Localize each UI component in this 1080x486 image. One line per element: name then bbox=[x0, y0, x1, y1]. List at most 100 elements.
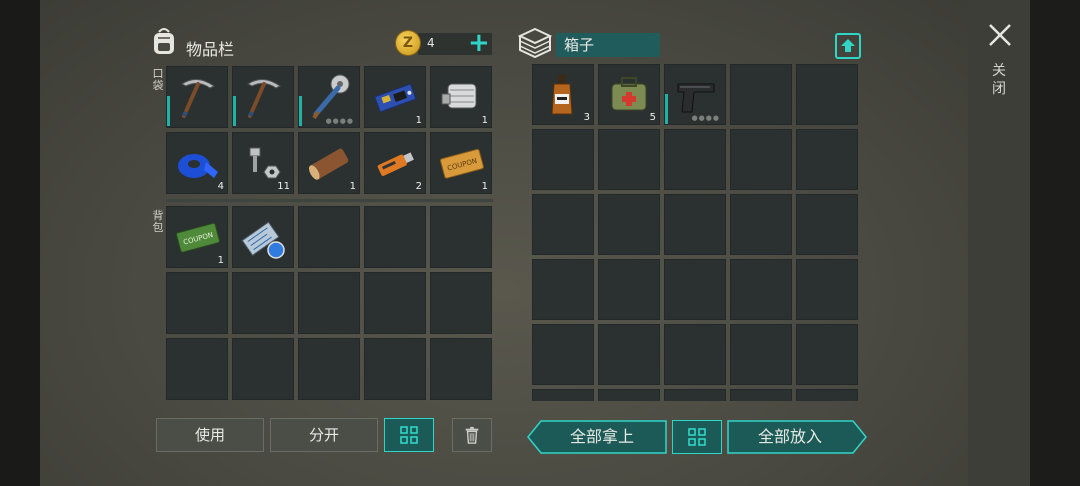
box-slot[interactable] bbox=[730, 324, 792, 385]
item-quantity: 11 bbox=[277, 181, 290, 192]
pocket-slot[interactable]: 2 bbox=[364, 132, 426, 194]
box-slot[interactable] bbox=[796, 259, 858, 320]
backpack-slot[interactable] bbox=[232, 206, 294, 268]
ration-coupon-icon: COUPON bbox=[176, 222, 220, 253]
backpack-slot[interactable] bbox=[166, 272, 228, 334]
box-slot[interactable] bbox=[598, 389, 660, 401]
engine-block-icon bbox=[441, 83, 477, 109]
box-slot[interactable] bbox=[664, 194, 726, 255]
pocket-slot[interactable]: 11 bbox=[232, 132, 294, 194]
durability-bar bbox=[167, 96, 170, 126]
close-label[interactable]: 关闭 bbox=[990, 62, 1008, 98]
durability-bar bbox=[233, 96, 236, 126]
backpack-slot[interactable] bbox=[364, 272, 426, 334]
quality-dots: ●●●● bbox=[325, 117, 354, 125]
item-quantity: 2 bbox=[415, 181, 422, 192]
take-all-button[interactable]: 全部拿上 bbox=[541, 420, 663, 454]
box-slot[interactable] bbox=[532, 194, 594, 255]
pocket-slot[interactable]: 1 bbox=[364, 66, 426, 128]
box-slot[interactable] bbox=[730, 389, 792, 401]
pocket-slot[interactable]: ●●●● bbox=[298, 66, 360, 128]
upload-button[interactable] bbox=[835, 33, 861, 59]
box-slot[interactable] bbox=[796, 194, 858, 255]
wood-log-icon bbox=[308, 148, 349, 180]
pocket-slot[interactable]: 1 bbox=[430, 66, 492, 128]
backpack-slot[interactable] bbox=[166, 338, 228, 400]
box-slot[interactable]: ●●●● bbox=[664, 64, 726, 125]
blueprint-scroll-icon bbox=[241, 221, 285, 259]
box-slot[interactable] bbox=[796, 129, 858, 190]
backpack-grid: COUPON 1 bbox=[166, 206, 492, 400]
box-slot[interactable] bbox=[598, 259, 660, 320]
box-slot[interactable] bbox=[598, 324, 660, 385]
box-slot[interactable] bbox=[730, 259, 792, 320]
item-quantity: 1 bbox=[217, 255, 224, 266]
use-button[interactable]: 使用 bbox=[156, 418, 264, 452]
pistol-icon bbox=[677, 83, 715, 113]
box-slot[interactable] bbox=[532, 324, 594, 385]
backpack-slot[interactable] bbox=[430, 338, 492, 400]
box-slot[interactable] bbox=[664, 389, 726, 401]
backpack-slot[interactable] bbox=[232, 272, 294, 334]
sort-box-button[interactable] bbox=[672, 420, 722, 454]
pocket-slot[interactable] bbox=[232, 66, 294, 128]
first-aid-kit-icon bbox=[611, 77, 647, 111]
item-quantity: 1 bbox=[349, 181, 356, 192]
upload-icon bbox=[841, 39, 855, 52]
backpack-slot[interactable] bbox=[364, 206, 426, 268]
pickaxe-icon bbox=[181, 79, 215, 118]
box-slot[interactable] bbox=[796, 389, 858, 401]
box-slot[interactable]: 5 bbox=[598, 64, 660, 125]
box-slot[interactable] bbox=[664, 129, 726, 190]
close-icon[interactable] bbox=[987, 22, 1013, 48]
box-slot[interactable]: 3 bbox=[532, 64, 594, 125]
quality-dots: ●●●● bbox=[691, 114, 720, 122]
inventory-title: 物品栏 bbox=[186, 40, 235, 59]
usb-drive-icon bbox=[377, 152, 414, 176]
backpack-slot[interactable] bbox=[364, 338, 426, 400]
box-slot[interactable] bbox=[664, 259, 726, 320]
item-quantity: 1 bbox=[481, 115, 488, 126]
box-slot[interactable] bbox=[598, 194, 660, 255]
split-button[interactable]: 分开 bbox=[270, 418, 378, 452]
box-slot[interactable] bbox=[796, 64, 858, 125]
pickaxe-icon bbox=[247, 79, 281, 118]
backpack-slot[interactable] bbox=[430, 206, 492, 268]
item-quantity: 5 bbox=[649, 112, 656, 123]
backpack-slot[interactable] bbox=[298, 272, 360, 334]
pocket-slot[interactable] bbox=[166, 66, 228, 128]
add-coins-button[interactable]: + bbox=[468, 28, 490, 58]
box-slot[interactable] bbox=[664, 324, 726, 385]
box-slot[interactable] bbox=[532, 259, 594, 320]
circuit-board-icon bbox=[374, 83, 417, 113]
item-quantity: 1 bbox=[481, 181, 488, 192]
put-all-button[interactable]: 全部放入 bbox=[729, 420, 851, 454]
backpack-slot[interactable] bbox=[298, 206, 360, 268]
box-slot[interactable] bbox=[730, 194, 792, 255]
box-scroll-area[interactable]: 3 5 ●●●● bbox=[532, 64, 860, 401]
delete-button[interactable] bbox=[452, 418, 492, 452]
pocket-slot[interactable]: 1 bbox=[298, 132, 360, 194]
grid-sort-icon bbox=[688, 428, 706, 446]
item-quantity: 3 bbox=[583, 112, 590, 123]
box-slot[interactable] bbox=[532, 389, 594, 401]
box-icon bbox=[518, 27, 552, 59]
pocket-slot[interactable]: 4 bbox=[166, 132, 228, 194]
pocket-label: 口袋 bbox=[152, 67, 164, 92]
backpack-icon bbox=[154, 28, 174, 54]
box-slot[interactable] bbox=[598, 129, 660, 190]
backpack-slot[interactable] bbox=[232, 338, 294, 400]
backpack-label: 背包 bbox=[152, 209, 164, 234]
coin-count: 4 bbox=[427, 36, 435, 50]
box-slot[interactable] bbox=[730, 129, 792, 190]
sort-inventory-button[interactable] bbox=[384, 418, 434, 452]
pocket-slot[interactable]: COUPON 1 bbox=[430, 132, 492, 194]
box-slot[interactable] bbox=[730, 64, 792, 125]
box-slot[interactable] bbox=[532, 129, 594, 190]
backpack-slot[interactable] bbox=[298, 338, 360, 400]
box-slot[interactable] bbox=[796, 324, 858, 385]
durability-bar bbox=[299, 96, 302, 126]
item-quantity: 4 bbox=[217, 181, 224, 192]
backpack-slot[interactable] bbox=[430, 272, 492, 334]
backpack-slot[interactable]: COUPON 1 bbox=[166, 206, 228, 268]
